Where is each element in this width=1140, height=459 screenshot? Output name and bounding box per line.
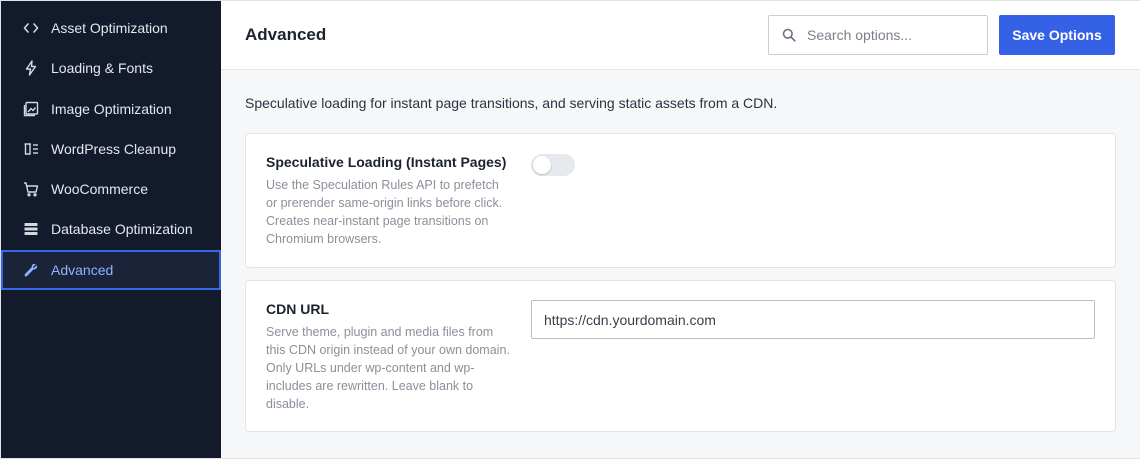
setting-help: Serve theme, plugin and media files from… xyxy=(266,325,510,411)
cleanup-icon xyxy=(23,141,39,157)
sidebar-item-label: Loading & Fonts xyxy=(51,60,153,77)
sidebar-item-woocommerce[interactable]: WooCommerce xyxy=(1,169,221,209)
sidebar-item-wordpress-cleanup[interactable]: WordPress Cleanup xyxy=(1,129,221,169)
toggle-knob xyxy=(533,156,551,174)
sidebar-item-loading-fonts[interactable]: Loading & Fonts xyxy=(1,48,221,88)
sidebar-item-label: Advanced xyxy=(51,261,114,278)
code-icon xyxy=(23,20,39,36)
main-panel: Advanced Save Options Speculative loadin… xyxy=(221,1,1140,458)
speculative-loading-toggle[interactable] xyxy=(531,154,575,176)
lightning-icon xyxy=(23,60,39,76)
page-title: Advanced xyxy=(245,25,327,44)
sidebar: Asset Optimization Loading & Fonts Image… xyxy=(1,1,221,458)
setting-label: CDN URL xyxy=(266,301,329,317)
cdn-url-card: CDN URL Serve theme, plugin and media fi… xyxy=(245,280,1116,432)
save-options-button[interactable]: Save Options xyxy=(999,15,1115,55)
sidebar-item-asset-optimization[interactable]: Asset Optimization xyxy=(1,8,221,48)
wrench-icon xyxy=(23,262,39,278)
sidebar-item-label: WooCommerce xyxy=(51,181,148,198)
database-icon xyxy=(23,221,39,237)
sidebar-item-label: Image Optimization xyxy=(51,100,172,117)
setting-label: Speculative Loading (Instant Pages) xyxy=(266,154,507,170)
setting-control xyxy=(531,300,1095,413)
cdn-url-input[interactable] xyxy=(531,300,1095,339)
sidebar-item-label: Asset Optimization xyxy=(51,20,168,36)
sidebar-item-label: WordPress Cleanup xyxy=(51,140,177,157)
setting-control xyxy=(531,154,1095,249)
app-window: Asset Optimization Loading & Fonts Image… xyxy=(0,0,1140,459)
page-header: Advanced Save Options xyxy=(221,1,1140,70)
speculative-loading-card: Speculative Loading (Instant Pages) Use … xyxy=(245,133,1116,268)
setting-help: Use the Speculation Rules API to prefetc… xyxy=(266,178,503,246)
search-box[interactable] xyxy=(768,15,988,55)
image-icon xyxy=(23,101,39,117)
sidebar-item-database-optimization[interactable]: Database Optimization xyxy=(1,209,221,249)
sidebar-item-advanced[interactable]: Advanced xyxy=(1,249,221,290)
sidebar-item-image-optimization[interactable]: Image Optimization xyxy=(1,89,221,129)
sidebar-item-label: Database Optimization xyxy=(51,221,193,238)
content-area: Speculative loading for instant page tra… xyxy=(221,70,1140,444)
search-input[interactable] xyxy=(807,27,977,43)
section-description: Speculative loading for instant page tra… xyxy=(245,95,778,111)
search-icon xyxy=(782,28,796,42)
cart-icon xyxy=(23,181,39,197)
setting-info: CDN URL Serve theme, plugin and media fi… xyxy=(266,301,511,413)
setting-info: Speculative Loading (Instant Pages) Use … xyxy=(266,154,511,249)
